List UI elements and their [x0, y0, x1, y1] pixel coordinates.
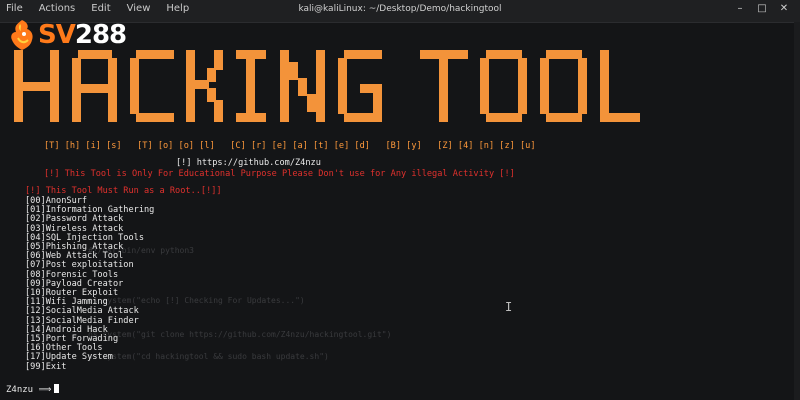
prompt-user: Z4nzu: [6, 385, 34, 395]
github-link[interactable]: [!] https://github.com/Z4nzu: [176, 158, 321, 168]
close-button[interactable]: ✕: [778, 3, 790, 15]
scrollbar[interactable]: [794, 22, 800, 400]
command-prompt[interactable]: Z4nzu ⟹: [6, 384, 60, 395]
disclaimer-text: [!] This Tool is Only For Educational Pu…: [44, 169, 515, 179]
prompt-arrow-icon: ⟹: [38, 385, 52, 395]
maximize-button[interactable]: □: [756, 3, 768, 15]
banner-title-art: [14, 50, 640, 122]
terminal-window[interactable]: File Actions Edit View Help kali@kaliLin…: [0, 0, 800, 400]
banner-spaced-name: [T] [h] [i] [s] [T] [o] [o] [l] [C] [r] …: [44, 141, 536, 151]
minimize-button[interactable]: –: [734, 3, 746, 15]
tool-menu-list: [00]AnonSurf [01]Information Gathering [02…: [25, 196, 154, 372]
window-title: kali@kaliLinux: ~/Desktop/Demo/hackingto…: [298, 4, 502, 14]
mouse-ibeam-icon: I: [505, 300, 513, 314]
text-cursor: [54, 384, 60, 393]
menu-item[interactable]: [99]Exit: [25, 362, 154, 372]
root-warning: [!] This Tool Must Run as a Root..[!]]: [25, 186, 222, 196]
window-controls: – □ ✕: [734, 3, 790, 15]
